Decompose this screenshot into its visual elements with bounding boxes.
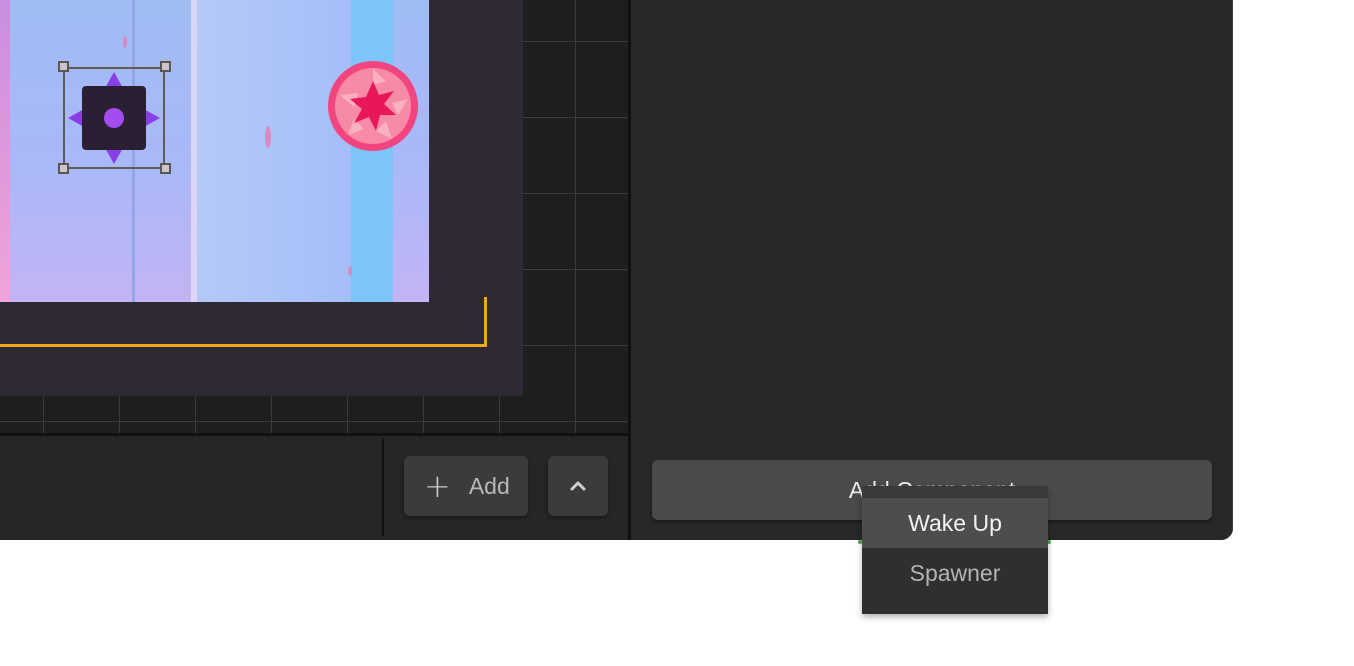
scene-canvas[interactable] (0, 0, 628, 433)
chevron-up-icon (570, 481, 586, 491)
add-button-label: Add (468, 472, 510, 499)
inspector-panel (631, 0, 1233, 540)
resize-handle[interactable] (160, 61, 171, 72)
editor-window: + Add Add Component (0, 0, 1233, 540)
resize-handle[interactable] (58, 163, 69, 174)
resize-handle[interactable] (160, 163, 171, 174)
selection-box (63, 67, 165, 169)
add-button[interactable]: + Add (404, 456, 528, 516)
component-dropdown-menu: Wake Up Spawner (862, 486, 1048, 614)
expand-panel-button[interactable] (548, 456, 608, 516)
menu-item-wake-up[interactable]: Wake Up (862, 498, 1048, 548)
menu-item-spawner[interactable]: Spawner (862, 548, 1048, 598)
particle (348, 266, 352, 276)
particle (265, 126, 271, 148)
timeline-bar (0, 433, 628, 540)
saw-blade-object[interactable] (326, 59, 420, 153)
resize-handle[interactable] (58, 61, 69, 72)
particle (123, 36, 127, 48)
camera-bounds (0, 297, 487, 347)
plus-icon: + (424, 467, 451, 505)
